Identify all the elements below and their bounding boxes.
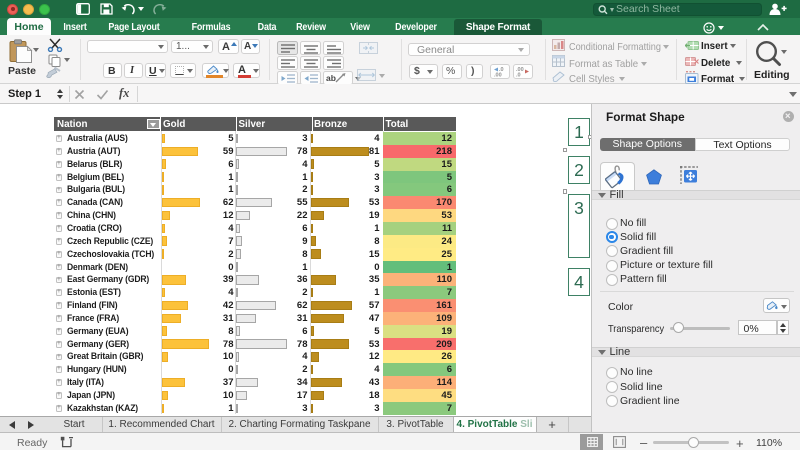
svg-text:.0: .0 (516, 73, 521, 78)
svg-text:.00: .00 (494, 73, 502, 78)
